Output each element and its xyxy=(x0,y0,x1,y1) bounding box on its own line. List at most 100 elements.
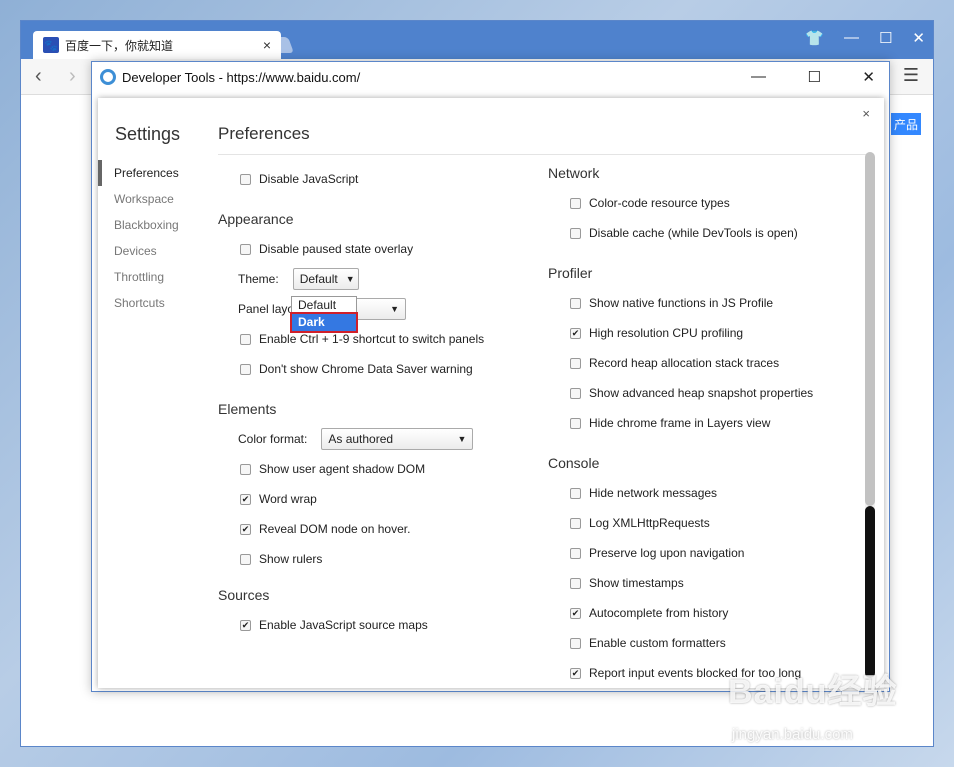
minimize-icon[interactable]: — xyxy=(751,68,766,86)
setting-row[interactable]: Show advanced heap snapshot properties xyxy=(548,378,858,408)
setting-row[interactable]: Log XMLHttpRequests xyxy=(548,508,858,538)
checkbox[interactable] xyxy=(570,547,581,559)
checkbox[interactable]: ✔ xyxy=(240,523,251,535)
setting-row[interactable]: Show native functions in JS Profile xyxy=(548,288,858,318)
setting-row[interactable]: ✔ Autocomplete from history xyxy=(548,598,858,628)
nav-item-devices[interactable]: Devices xyxy=(98,238,179,264)
setting-label: Enable Ctrl + 1-9 shortcut to switch pan… xyxy=(259,332,485,346)
setting-label: Disable cache (while DevTools is open) xyxy=(589,226,798,240)
setting-row[interactable]: ✔ High resolution CPU profiling xyxy=(548,318,858,348)
checkbox[interactable] xyxy=(570,197,581,209)
checkbox[interactable] xyxy=(240,363,251,375)
checkbox[interactable]: ✔ xyxy=(570,327,581,339)
checkbox[interactable] xyxy=(570,387,581,399)
nav-item-throttling[interactable]: Throttling xyxy=(98,264,179,290)
checkbox[interactable] xyxy=(570,517,581,529)
tab-close-icon[interactable]: × xyxy=(263,37,271,53)
color-format-row: Color format: As authored ▼ xyxy=(218,424,528,454)
checkbox[interactable] xyxy=(570,227,581,239)
minimize-icon[interactable]: — xyxy=(844,29,859,47)
section-title-appearance: Appearance xyxy=(218,211,294,227)
color-format-value: As authored xyxy=(328,432,394,446)
color-format-label: Color format: xyxy=(238,432,308,446)
panel-layout-row: Panel layo ▼ xyxy=(218,294,528,324)
setting-row[interactable]: Enable Ctrl + 1-9 shortcut to switch pan… xyxy=(218,324,528,354)
setting-label: Show user agent shadow DOM xyxy=(259,462,426,476)
theme-select[interactable]: Default ▼ xyxy=(292,268,359,290)
nav-item-blackboxing[interactable]: Blackboxing xyxy=(98,212,179,238)
setting-row[interactable]: Show rulers xyxy=(218,544,528,574)
setting-label: Reveal DOM node on hover. xyxy=(259,522,411,536)
chrome-logo-icon xyxy=(100,69,116,85)
checkbox[interactable] xyxy=(240,333,251,345)
checkbox[interactable] xyxy=(570,357,581,369)
devtools-window-controls: — ☐ ✕ xyxy=(751,68,889,86)
baidu-favicon-icon: 🐾 xyxy=(43,37,59,53)
setting-row[interactable]: Disable cache (while DevTools is open) xyxy=(548,218,858,248)
setting-label: Show advanced heap snapshot properties xyxy=(589,386,814,400)
checkbox[interactable] xyxy=(240,553,251,565)
color-format-select[interactable]: As authored ▼ xyxy=(321,428,474,450)
devtools-titlebar: Developer Tools - https://www.baidu.com/… xyxy=(92,62,889,92)
nav-item-preferences[interactable]: Preferences xyxy=(98,160,179,186)
setting-row[interactable]: ✔ Reveal DOM node on hover. xyxy=(218,514,528,544)
setting-row[interactable]: Disable paused state overlay xyxy=(218,234,528,264)
caret-down-icon: ▼ xyxy=(390,304,400,314)
checkbox[interactable] xyxy=(240,173,251,185)
setting-label: Don't show Chrome Data Saver warning xyxy=(259,362,473,376)
panel-layout-label: Panel layo xyxy=(238,302,295,316)
checkbox[interactable] xyxy=(570,487,581,499)
settings-heading: Settings xyxy=(115,124,181,144)
settings-close-icon[interactable]: × xyxy=(862,106,870,121)
checkbox[interactable]: ✔ xyxy=(570,607,581,619)
checkbox[interactable] xyxy=(570,297,581,309)
theme-option-default[interactable]: Default xyxy=(292,297,356,314)
checkbox[interactable] xyxy=(570,577,581,589)
checkbox[interactable]: ✔ xyxy=(240,493,251,505)
back-icon[interactable]: ‹ xyxy=(35,65,42,88)
checkbox[interactable] xyxy=(240,463,251,475)
setting-row[interactable]: Don't show Chrome Data Saver warning xyxy=(218,354,528,384)
browser-tab[interactable]: 🐾 百度一下，你就知道 × xyxy=(33,31,281,59)
setting-row[interactable]: Show user agent shadow DOM xyxy=(218,454,528,484)
checkbox[interactable]: ✔ xyxy=(240,619,251,631)
menu-icon[interactable]: ☰ xyxy=(903,65,919,86)
maximize-icon[interactable]: ☐ xyxy=(879,29,892,47)
setting-row[interactable]: Hide chrome frame in Layers view xyxy=(548,408,858,438)
tab-title: 百度一下，你就知道 xyxy=(65,38,174,53)
checkbox[interactable] xyxy=(240,243,251,255)
theme-row: Theme: Default ▼ xyxy=(218,264,528,294)
scrollbar-thumb[interactable] xyxy=(865,506,875,678)
checkbox[interactable]: ✔ xyxy=(570,667,581,679)
devtools-title: Developer Tools - https://www.baidu.com/ xyxy=(122,69,361,85)
section-title-profiler: Profiler xyxy=(548,265,593,281)
shirt-icon[interactable]: 👕 xyxy=(805,29,824,47)
section-title-network: Network xyxy=(548,165,600,181)
maximize-icon[interactable]: ☐ xyxy=(807,68,820,86)
setting-row[interactable]: Record heap allocation stack traces xyxy=(548,348,858,378)
preferences-heading: Preferences xyxy=(218,124,310,143)
section-title-console: Console xyxy=(548,455,600,471)
setting-row[interactable]: ✔ Word wrap xyxy=(218,484,528,514)
setting-row[interactable]: Color-code resource types xyxy=(548,188,858,218)
checkbox[interactable] xyxy=(570,637,581,649)
setting-row[interactable]: ✔ Enable JavaScript source maps xyxy=(218,610,528,640)
setting-label: High resolution CPU profiling xyxy=(589,326,744,340)
setting-label: Disable paused state overlay xyxy=(259,242,414,256)
products-badge[interactable]: 产品 xyxy=(891,113,921,135)
nav-item-shortcuts[interactable]: Shortcuts xyxy=(98,290,179,316)
setting-row[interactable]: Preserve log upon navigation xyxy=(548,538,858,568)
setting-row[interactable]: Disable JavaScript xyxy=(218,164,528,194)
setting-row[interactable]: Show timestamps xyxy=(548,568,858,598)
checkbox[interactable] xyxy=(570,417,581,429)
setting-row[interactable]: Hide network messages xyxy=(548,478,858,508)
close-icon[interactable]: ✕ xyxy=(862,68,875,86)
setting-label: Color-code resource types xyxy=(589,196,730,210)
theme-option-dark[interactable]: Dark xyxy=(290,312,358,333)
forward-icon[interactable]: › xyxy=(69,65,76,88)
settings-scrollbar[interactable] xyxy=(865,152,875,678)
section-title-elements: Elements xyxy=(218,401,277,417)
nav-item-workspace[interactable]: Workspace xyxy=(98,186,179,212)
setting-row[interactable]: Enable custom formatters xyxy=(548,628,858,658)
close-icon[interactable]: ✕ xyxy=(912,29,925,47)
